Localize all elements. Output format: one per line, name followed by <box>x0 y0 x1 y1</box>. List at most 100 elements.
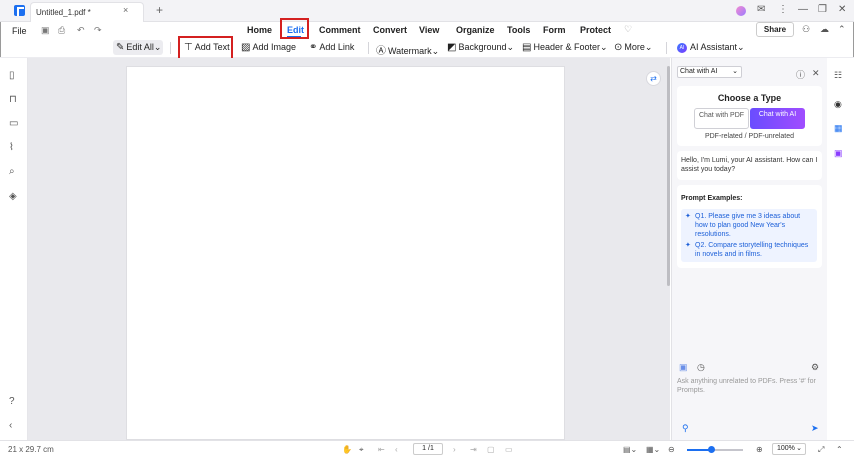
mail-icon[interactable]: ✉ <box>757 4 765 15</box>
header-footer-icon: ▤ <box>522 42 532 53</box>
menu-organize[interactable]: Organize <box>456 25 495 35</box>
comment-icon[interactable]: ▭ <box>9 118 18 129</box>
image-upload-icon[interactable]: ▣ <box>679 362 688 373</box>
tab-close-icon[interactable]: × <box>123 5 128 15</box>
chevron-down-icon: ⌄ <box>737 42 745 52</box>
prompt-pin-icon[interactable]: ⚲ <box>682 423 689 434</box>
prompt-text: Q1. Please give me 3 ideas about how to … <box>695 213 801 238</box>
background-button[interactable]: ◩ Background⌄ <box>447 42 514 53</box>
print-icon[interactable]: ⎙ <box>58 25 65 36</box>
minimize-icon[interactable]: — <box>798 4 808 15</box>
chevron-down-icon: ⌄ <box>644 42 653 52</box>
expand-up-icon[interactable]: ⌃ <box>836 445 843 454</box>
chat-mode-select[interactable]: Chat with AI ⌄ <box>677 66 742 78</box>
last-page-icon[interactable]: ⇥ <box>470 445 477 454</box>
choose-type-title: Choose a Type <box>717 93 782 103</box>
fullscreen-icon[interactable]: ⤢ <box>818 445 824 455</box>
chat-with-ai-option[interactable]: Chat with AI <box>750 108 805 129</box>
ai-assistant-label: AI Assistant <box>690 42 738 52</box>
toolbar-divider <box>368 42 369 54</box>
select-tool-icon[interactable]: ⌖ <box>359 445 364 455</box>
menu-form[interactable]: Form <box>543 25 566 35</box>
more-button[interactable]: ⊙ More⌄ <box>614 42 652 53</box>
page-thumbnail-icon[interactable]: ▯ <box>9 70 15 81</box>
chevron-down-icon: ⌄ <box>506 42 515 52</box>
connect-icon[interactable]: ⚇ <box>802 24 810 35</box>
left-sidebar <box>0 58 28 440</box>
layers-icon[interactable]: ◈ <box>9 191 17 202</box>
lightbulb-icon[interactable]: ♡ <box>624 24 632 35</box>
more-dots-icon: ⊙ <box>614 42 623 53</box>
image-icon: ▨ <box>241 42 251 53</box>
header-footer-button[interactable]: ▤ Header & Footer⌄ <box>522 42 608 53</box>
zoom-out-icon[interactable]: ⊖ <box>668 445 675 454</box>
properties-icon[interactable]: ☷ <box>834 70 842 81</box>
menu-view[interactable]: View <box>419 25 439 35</box>
fit-page-icon[interactable]: ▢ <box>487 445 495 454</box>
attachment-icon[interactable]: ⌇ <box>9 142 14 153</box>
history-icon[interactable]: ◷ <box>697 362 705 373</box>
search-icon[interactable]: ⌕ <box>9 166 15 177</box>
toolbar-divider <box>666 42 667 54</box>
undo-icon[interactable]: ↶ <box>77 25 85 36</box>
add-link-button[interactable]: ⚭ Add Link <box>309 42 354 53</box>
zoom-level-value: 100% <box>777 445 795 452</box>
previous-page-icon[interactable]: ‹ <box>395 445 398 454</box>
next-page-icon[interactable]: › <box>453 445 456 454</box>
sparkle-icon: ✦ <box>685 213 691 220</box>
zoom-slider-handle[interactable] <box>708 446 715 453</box>
first-page-icon[interactable]: ⇤ <box>378 445 385 454</box>
page-number-input[interactable]: 1 /1 <box>413 443 443 455</box>
menu-home[interactable]: Home <box>247 25 272 35</box>
page-view-icon[interactable]: ▤⌄ <box>623 445 637 454</box>
share-button[interactable]: Share <box>756 22 794 37</box>
add-image-button[interactable]: ▨ Add Image <box>241 42 296 53</box>
ai-chat-icon[interactable]: ◉ <box>834 99 842 110</box>
chevron-down-icon: ⌄ <box>732 68 738 75</box>
bookmark-icon[interactable]: ⊓ <box>9 94 17 105</box>
help-icon[interactable]: ? <box>9 396 15 407</box>
vertical-scrollbar[interactable] <box>667 66 670 286</box>
zoom-in-icon[interactable]: ⊕ <box>756 445 763 454</box>
save-icon[interactable]: ▣ <box>41 25 50 36</box>
new-tab-icon[interactable]: + <box>156 3 163 17</box>
collapse-sidebar-icon[interactable]: ‹ <box>9 420 12 431</box>
menu-tools[interactable]: Tools <box>507 25 530 35</box>
chat-mode-value: Chat with AI <box>680 68 718 75</box>
zoom-level-select[interactable]: 100% ⌄ <box>772 443 806 455</box>
menu-icon[interactable]: ⋮ <box>778 4 788 15</box>
watermark-button[interactable]: Ⓐ Watermark⌄ <box>376 42 439 57</box>
edit-highlight-box <box>280 18 309 39</box>
file-menu[interactable]: File <box>12 26 27 36</box>
hand-tool-icon[interactable]: ✋ <box>342 445 352 454</box>
menu-comment[interactable]: Comment <box>319 25 361 35</box>
help-circle-icon[interactable]: ⓘ <box>796 68 805 81</box>
layout-icon[interactable]: ▦⌄ <box>646 445 660 454</box>
right-sidebar <box>827 58 854 440</box>
prompt-example[interactable]: ✦ Q2. Compare storytelling techniques in … <box>681 238 817 262</box>
send-icon[interactable]: ➤ <box>811 423 819 434</box>
ai-assistant-button[interactable]: AI AI Assistant⌄ <box>677 42 745 53</box>
ask-input[interactable]: Ask anything unrelated to PDFs. Press '#… <box>677 377 817 405</box>
fit-width-icon[interactable]: ▭ <box>505 445 513 454</box>
edit-all-button[interactable]: ✎ Edit All⌄ <box>116 42 161 53</box>
close-window-icon[interactable]: ✕ <box>838 4 846 15</box>
chat-with-pdf-option[interactable]: Chat with PDF <box>694 108 749 129</box>
background-label: Background <box>458 42 507 52</box>
settings-icon[interactable]: ⚙ <box>811 362 819 373</box>
ai-tools-icon[interactable]: ▣ <box>834 148 843 159</box>
restore-icon[interactable]: ❐ <box>818 4 827 15</box>
link-icon: ⚭ <box>309 42 318 53</box>
pdf-page[interactable] <box>126 66 565 440</box>
collapse-ribbon-icon[interactable]: ⌃ <box>838 24 846 35</box>
translate-panel-icon[interactable]: ▦ <box>834 123 843 134</box>
menu-protect[interactable]: Protect <box>580 25 611 35</box>
translate-icon[interactable]: ⇄ <box>646 71 661 86</box>
close-panel-icon[interactable]: ✕ <box>812 68 820 79</box>
edit-pen-icon: ✎ <box>116 42 125 53</box>
menu-convert[interactable]: Convert <box>373 25 407 35</box>
cloud-upload-icon[interactable]: ☁ <box>820 24 829 35</box>
avatar-icon[interactable] <box>736 6 746 16</box>
redo-icon[interactable]: ↷ <box>94 25 102 36</box>
add-image-label: Add Image <box>252 42 296 52</box>
